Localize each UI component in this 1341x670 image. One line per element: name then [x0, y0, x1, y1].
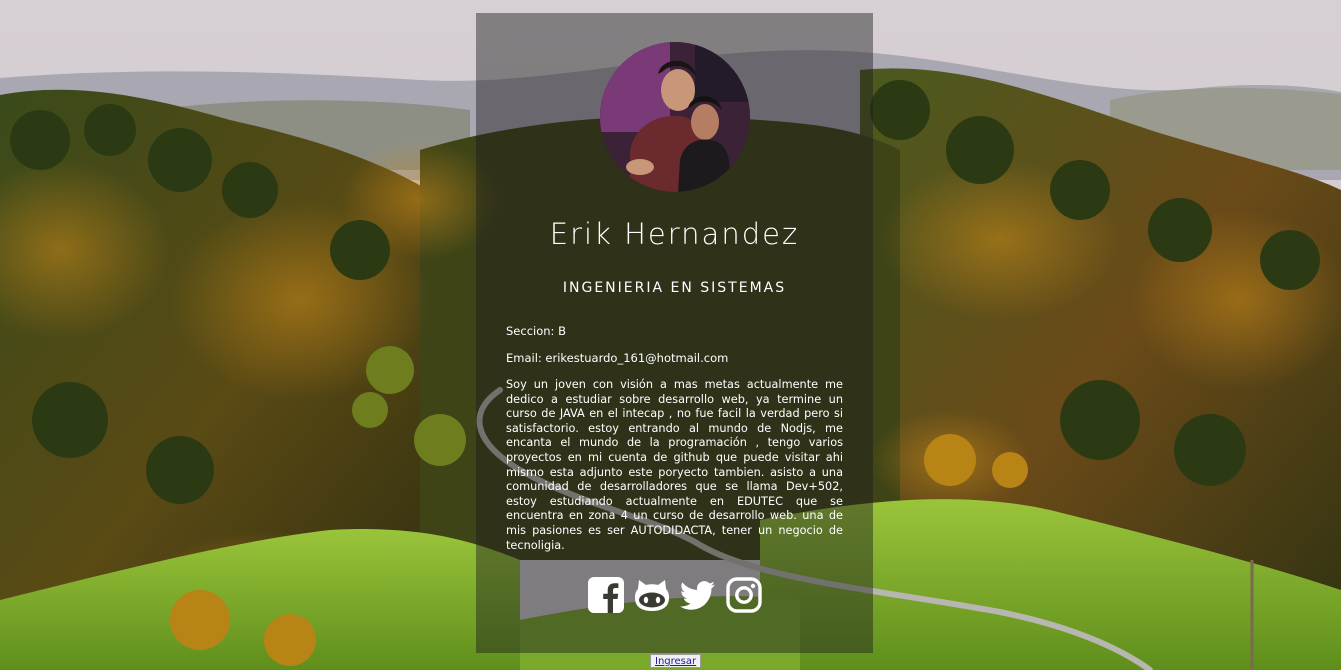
email-text: Email: erikestuardo_161@hotmail.com [506, 351, 729, 365]
profile-title: INGENIERIA EN SISTEMAS [562, 280, 787, 296]
login-button[interactable]: Ingresar [650, 654, 702, 668]
twitter-icon[interactable] [679, 576, 717, 614]
profile-name: Erik Hernandez [549, 217, 800, 251]
social-links [476, 576, 873, 614]
seccion-text: Seccion: B [506, 324, 566, 338]
profile-card: Erik Hernandez INGENIERIA EN SISTEMAS Se… [476, 13, 873, 653]
instagram-icon[interactable] [725, 576, 763, 614]
avatar [600, 42, 750, 192]
facebook-icon[interactable] [587, 576, 625, 614]
github-icon[interactable] [633, 576, 671, 614]
bio-paragraph: Soy un joven con visión a mas metas actu… [506, 378, 843, 552]
profile-photo [600, 42, 750, 192]
